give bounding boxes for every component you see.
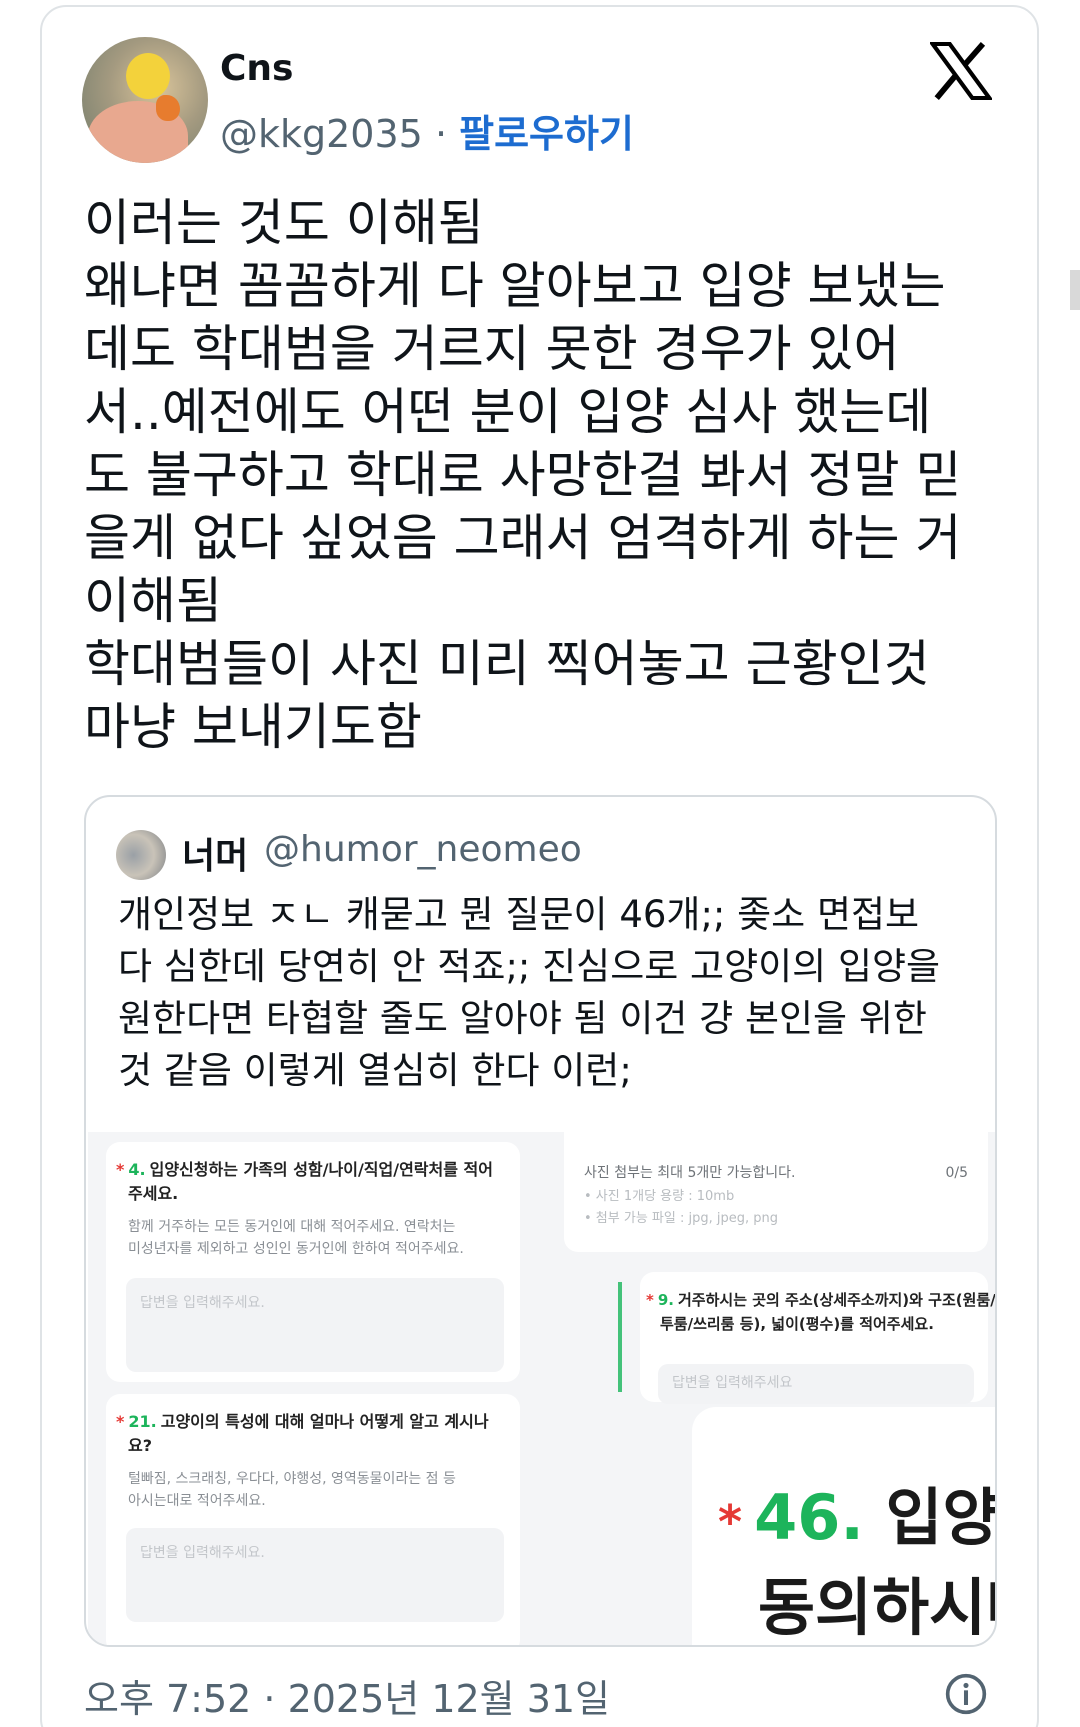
follow-button[interactable]: 팔로우하기 <box>459 112 634 156</box>
tweet-text-line: 이러는 것도 이해됨 <box>84 194 484 252</box>
quoted-text-line: 다 심한데 당연히 안 적죠;; 진심으로 고양이의 입양을 <box>118 945 941 988</box>
quoted-avatar[interactable] <box>116 830 166 880</box>
photo-notice: 사진 첨부는 최대 5개만 가능합니다. <box>584 1165 796 1181</box>
form-question-9: * 9. 거주하시는 곳의 주소(상세주소까지)와 구조(원룸/ 투룸/쓰리룸 등)… <box>640 1272 995 1404</box>
photo-type-note: • 첨부 가능 파일 : jpg, jpeg, png <box>584 1211 778 1226</box>
info-icon[interactable] <box>944 1672 988 1716</box>
tweet-timestamp[interactable]: 오후 7:52 · 2025년 12월 31일 <box>84 1668 610 1723</box>
question-number: 9. <box>657 1291 674 1309</box>
question-description: 아시는대로 적어주세요. <box>128 1493 266 1509</box>
tweet-text-line: 도 불구하고 학대로 사망한걸 봐서 정말 믿 <box>84 446 962 504</box>
required-mark: * <box>718 1494 743 1549</box>
tweet-text-line: 이해됨 <box>84 572 222 630</box>
question-number: 46. <box>754 1481 864 1554</box>
question-description: 함께 거주하는 모든 동거인에 대해 적어주세요. 연락처는 <box>128 1219 456 1235</box>
answer-input[interactable]: 답변을 입력해주세요 <box>658 1364 974 1404</box>
question-number: 21. <box>128 1412 157 1431</box>
question-description: 털빠짐, 스크래칭, 우다다, 야행성, 영역동물이라는 점 등 <box>128 1471 456 1487</box>
quoted-text-line: 원한다면 타협할 줄도 알아야 됨 이건 걍 본인을 위한 <box>118 997 927 1040</box>
question-number: 4. <box>128 1160 146 1179</box>
form-question-21: * 21. 고양이의 특성에 대해 얼마나 어떻게 알고 계시나 요? 털빠짐, 스… <box>106 1394 520 1645</box>
quoted-tweet[interactable]: 너머 @humor_neomeo 개인정보 ㅈㄴ 캐묻고 뭔 질문이 46개;;… <box>84 795 997 1647</box>
author-name[interactable]: Cns <box>220 48 293 89</box>
tweet-text-line: 왜냐면 꼼꼼하게 다 알아보고 입양 보냈는 <box>84 257 946 315</box>
answer-input[interactable]: 답변을 입력해주세요. <box>126 1278 504 1372</box>
answer-input[interactable]: 답변을 입력해주세요. <box>126 1528 504 1622</box>
question-title-line: 주세요. <box>128 1184 179 1203</box>
separator-dot: · <box>434 112 448 156</box>
question-9-title: * 9. 거주하시는 곳의 주소(상세주소까지)와 구조(원룸/ <box>646 1288 995 1312</box>
tweet-text-line: 학대범들이 사진 미리 찍어놓고 근황인것 <box>84 635 930 693</box>
quoted-author-name: 너머 <box>182 836 249 877</box>
quoted-author-handle: @humor_neomeo <box>264 829 582 870</box>
question-title-line: 요? <box>128 1436 153 1455</box>
author-handle-row: @kkg2035 · 팔로우하기 <box>220 103 634 158</box>
photo-count: 0/5 <box>945 1165 968 1181</box>
section-indicator-bar <box>618 1282 622 1392</box>
question-4-title: * 4. 입양신청하는 가족의 성함/나이/직업/연락처를 적어 <box>116 1158 493 1182</box>
question-title-line: 고양이의 특성에 대해 얼마나 어떻게 알고 계시나 <box>160 1412 489 1431</box>
avatar-beak <box>156 95 180 121</box>
question-title-line: 입양시 규 <box>885 1481 996 1554</box>
quoted-text-line: 것 같음 이렇게 열심히 한다 이런; <box>118 1049 632 1092</box>
photo-size-note: • 사진 1개당 용량 : 10mb <box>584 1189 735 1204</box>
question-description: 미성년자를 제외하고 성인인 동거인에 한하여 적어주세요. <box>128 1241 464 1257</box>
tweet-text-line: 마냥 보내기도함 <box>84 698 422 756</box>
question-title-line: 투룸/쓰리룸 등), 넓이(평수)를 적어주세요. <box>660 1315 934 1333</box>
tweet-text-line: 서..예전에도 어떤 분이 입양 심사 했는데 <box>84 383 932 441</box>
tweet-text-line: 을게 없다 싶었음 그래서 엄격하게 하는 거 <box>84 509 962 567</box>
required-mark: * <box>116 1160 125 1179</box>
question-title-line: 동의하시나요 <box>758 1571 995 1644</box>
tweet-text-line: 데도 학대범을 거르지 못한 경우가 있어 <box>84 320 900 378</box>
quoted-text-line: 개인정보 ㅈㄴ 캐묻고 뭔 질문이 46개;; 좆소 면접보 <box>118 893 920 936</box>
question-21-title: * 21. 고양이의 특성에 대해 얼마나 어떻게 알고 계시나 <box>116 1410 489 1434</box>
photo-upload-panel: 사진 첨부는 최대 5개만 가능합니다. 0/5 • 사진 1개당 용량 : 1… <box>564 1132 988 1252</box>
x-logo-icon[interactable] <box>930 42 992 100</box>
quoted-text: 개인정보 ㅈㄴ 캐묻고 뭔 질문이 46개;; 좆소 면접보 다 심한데 당연히… <box>118 889 978 1097</box>
question-title-line: 입양신청하는 가족의 성함/나이/직업/연락처를 적어 <box>149 1160 493 1179</box>
author-handle[interactable]: @kkg2035 <box>220 112 423 156</box>
avatar-bird <box>126 53 170 99</box>
tweet-text: 이러는 것도 이해됨 왜냐면 꼼꼼하게 다 알아보고 입양 보냈는 데도 학대범… <box>84 192 1004 759</box>
quoted-media-image[interactable]: * 4. 입양신청하는 가족의 성함/나이/직업/연락처를 적어 주세요. 함께 거… <box>88 1132 995 1645</box>
scrollbar-thumb[interactable] <box>1070 270 1080 310</box>
question-title-line: 거주하시는 곳의 주소(상세주소까지)와 구조(원룸/ <box>678 1291 995 1309</box>
form-question-46-zoomed: *46. 입양시 규 동의하시나요 <box>692 1407 995 1645</box>
required-mark: * <box>646 1291 654 1309</box>
form-question-4: * 4. 입양신청하는 가족의 성함/나이/직업/연락처를 적어 주세요. 함께 거… <box>106 1142 520 1382</box>
required-mark: * <box>116 1412 125 1431</box>
avatar[interactable] <box>82 37 208 163</box>
question-46-title: *46. 입양시 규 <box>718 1467 995 1557</box>
